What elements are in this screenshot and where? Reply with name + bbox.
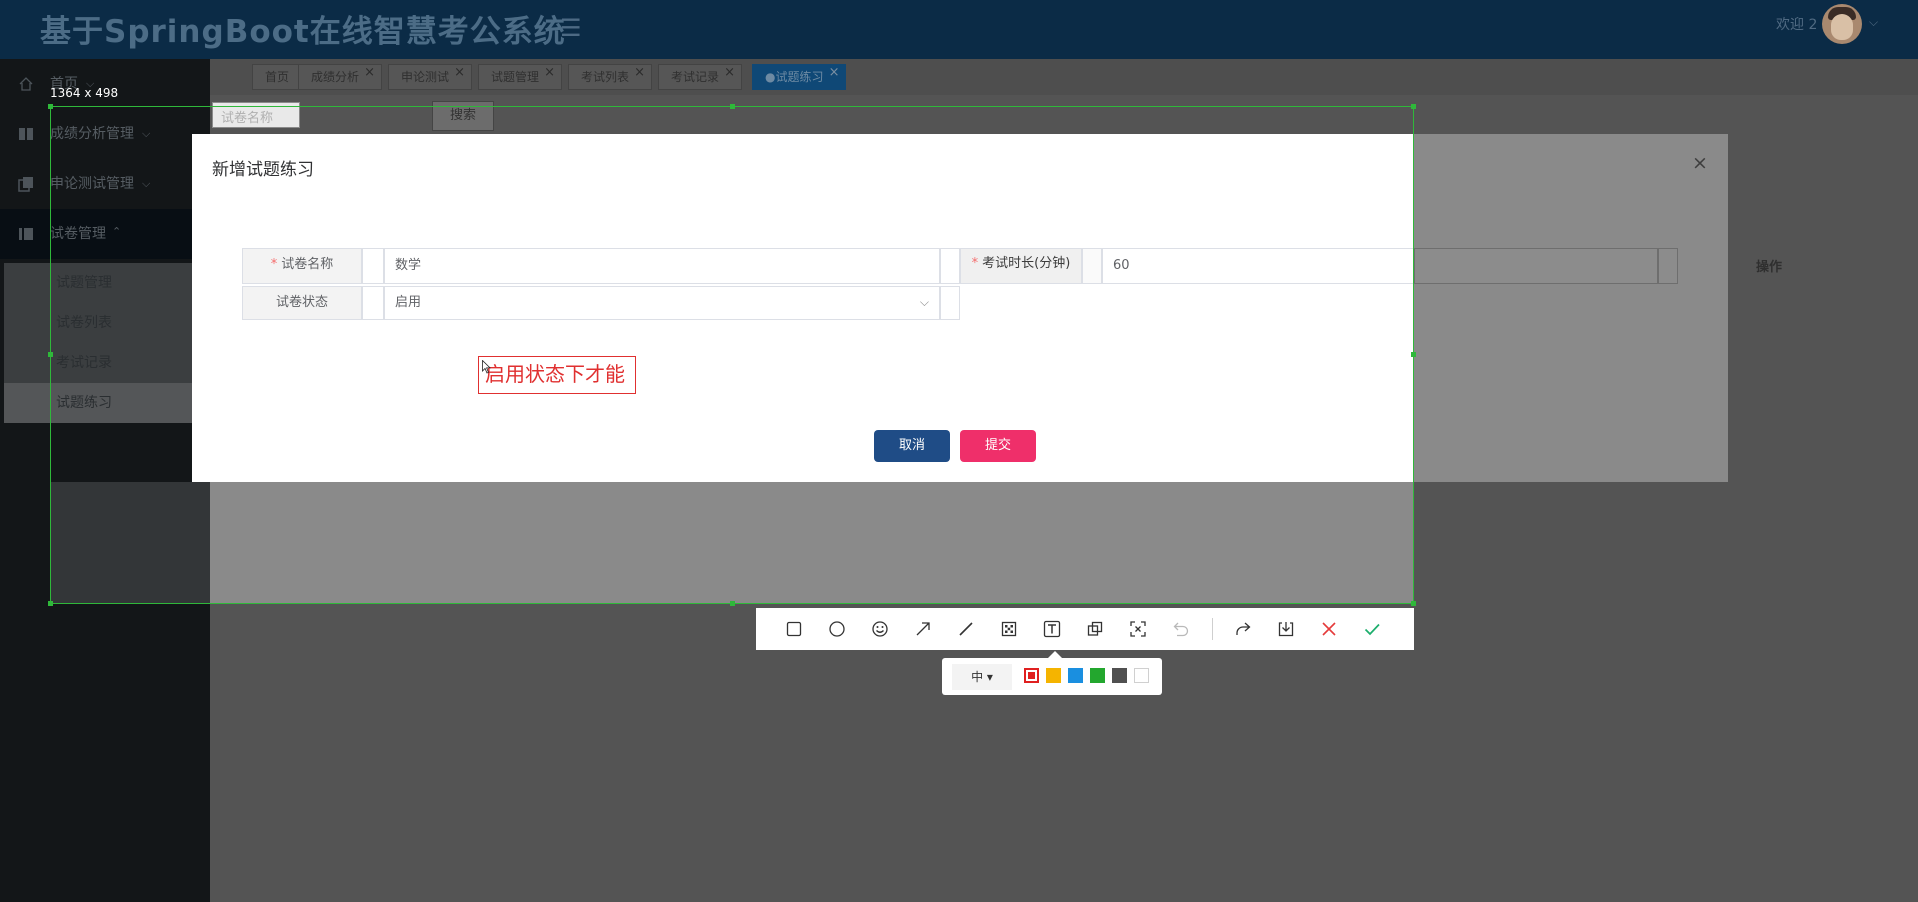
app-title: 基于SpringBoot在线智慧考公系统 [40, 14, 566, 50]
pin-icon[interactable] [1077, 611, 1113, 647]
color-swatch-blue[interactable] [1068, 668, 1083, 683]
redo-icon[interactable] [1225, 611, 1261, 647]
resize-handle[interactable] [1411, 352, 1416, 357]
tab-score-analysis[interactable]: 成绩分析 × [298, 61, 383, 90]
tab-question-management[interactable]: 试题管理 × [478, 61, 563, 90]
form-spacer [1658, 248, 1678, 284]
save-icon[interactable] [1268, 611, 1304, 647]
ocr-icon[interactable] [1120, 611, 1156, 647]
selection-size-label: 1364 x 498 [50, 86, 119, 100]
subbar-pointer [1048, 651, 1062, 658]
resize-handle[interactable] [1411, 104, 1416, 109]
color-swatch-green[interactable] [1090, 668, 1105, 683]
ellipse-icon[interactable] [819, 611, 855, 647]
close-icon[interactable]: × [364, 61, 375, 85]
mosaic-icon[interactable] [991, 611, 1027, 647]
resize-handle[interactable] [1411, 601, 1416, 606]
table-header-operation: 操作 [1756, 260, 1783, 275]
home-icon [19, 77, 33, 91]
screenshot-selection-box[interactable] [50, 106, 1414, 604]
sidebar-item-label: 首页 [50, 76, 78, 92]
tab-question-practice[interactable]: ●试题练习 × [752, 61, 847, 90]
sidebar-item-home[interactable]: 首页 ⌵ [0, 59, 210, 109]
tab-exam-list[interactable]: 考试列表 × [568, 61, 653, 90]
resize-handle[interactable] [730, 601, 735, 606]
color-swatch-yellow[interactable] [1046, 668, 1061, 683]
exam-duration-input-dimmed [1414, 248, 1658, 284]
toolbar-divider [1212, 618, 1213, 640]
tab-essay-test[interactable]: 申论测试 × [388, 61, 473, 90]
close-icon[interactable]: × [724, 61, 735, 85]
chevron-down-icon: ⌵ [86, 77, 95, 90]
brush-size-select[interactable]: 中 ▾ [952, 664, 1012, 690]
color-swatch-white[interactable] [1134, 668, 1149, 683]
undo-icon[interactable] [1163, 611, 1199, 647]
book-open-icon [19, 228, 33, 240]
tab-home[interactable]: 首页 [252, 64, 303, 90]
rectangle-icon[interactable] [776, 611, 812, 647]
menu-toggle-icon[interactable]: ☰ [560, 14, 582, 42]
resize-handle[interactable] [48, 601, 53, 606]
chevron-down-icon[interactable]: ⌵ [1869, 15, 1878, 30]
text-icon[interactable] [1034, 611, 1070, 647]
resize-handle[interactable] [48, 352, 53, 357]
welcome-text: 欢迎 2 [1776, 17, 1818, 33]
color-swatch-red[interactable] [1024, 668, 1039, 683]
line-icon[interactable] [948, 611, 984, 647]
arrow-icon[interactable] [905, 611, 941, 647]
close-icon[interactable]: × [454, 61, 465, 85]
resize-handle[interactable] [730, 104, 735, 109]
confirm-icon[interactable] [1354, 611, 1390, 647]
avatar[interactable] [1822, 4, 1862, 44]
tab-exam-records[interactable]: 考试记录 × [658, 61, 743, 90]
emoji-icon[interactable] [862, 611, 898, 647]
cancel-icon[interactable] [1311, 611, 1347, 647]
resize-handle[interactable] [48, 104, 53, 109]
close-icon[interactable]: × [1692, 152, 1708, 174]
book-icon [19, 128, 33, 140]
close-icon[interactable]: × [634, 61, 645, 85]
color-swatch-gray[interactable] [1112, 668, 1127, 683]
close-icon[interactable]: × [829, 61, 840, 85]
close-icon[interactable]: × [544, 61, 555, 85]
copy-icon [18, 177, 33, 192]
